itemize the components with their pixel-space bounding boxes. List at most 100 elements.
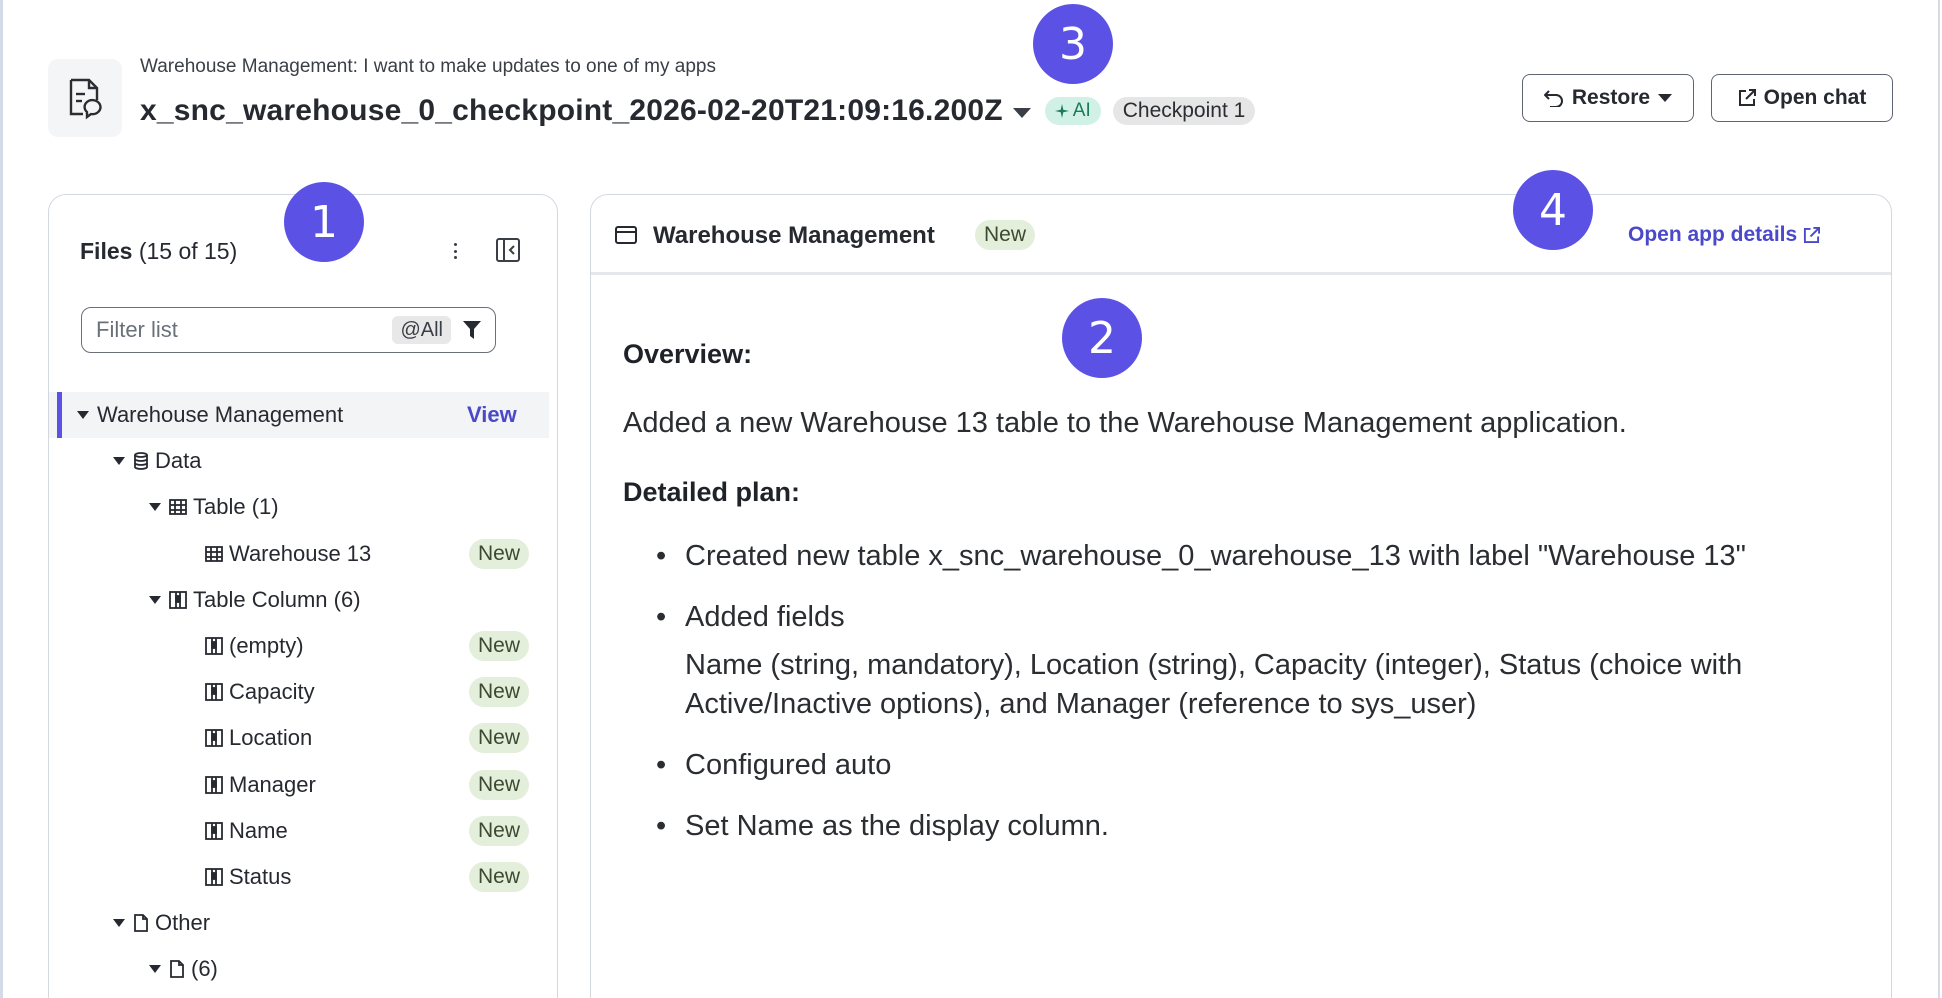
database-icon <box>133 452 149 471</box>
tree-item[interactable]: Other <box>49 900 557 946</box>
tree-item[interactable]: Warehouse 13 New <box>49 531 557 577</box>
open-chat-button[interactable]: Open chat <box>1711 74 1893 122</box>
checkpoint-title: x_snc_warehouse_0_checkpoint_2026-02-20T… <box>140 94 1003 127</box>
tree-item[interactable]: Table (1) <box>49 484 557 530</box>
restore-button[interactable]: Restore <box>1522 74 1694 122</box>
window-left-border <box>0 0 3 998</box>
overview-heading: Overview: <box>623 339 753 369</box>
tree-item[interactable]: Warehouse Management View <box>49 392 549 438</box>
tree-item-label: Table Column (6) <box>193 586 361 612</box>
filter-input[interactable] <box>96 317 366 343</box>
callout-3: 3 <box>1033 4 1113 84</box>
tree-item-label: Status <box>229 864 292 889</box>
collapse-panel-icon[interactable] <box>495 237 521 263</box>
tree-item[interactable]: Manager New <box>49 762 557 808</box>
open-app-details-label: Open app details <box>1628 223 1798 246</box>
plan-item: Configured auto <box>623 746 1853 785</box>
plan-item-text: Created new table x_snc_warehouse_0_ware… <box>685 540 1746 572</box>
new-badge: New <box>469 631 530 661</box>
tree-item-label: Capacity <box>229 679 315 705</box>
tree-item-label: Manager <box>229 771 316 797</box>
funnel-icon[interactable] <box>463 321 481 339</box>
overview-text: Added a new Warehouse 13 table to the Wa… <box>623 407 1627 439</box>
tree-item-label: (empty) <box>229 633 304 658</box>
files-title-label: Files <box>80 238 133 264</box>
files-panel: Files (15 of 15) @All Warehouse Manageme… <box>48 194 558 998</box>
callout-2: 2 <box>1062 298 1142 378</box>
plan-item-text: Set Name as the display column. <box>685 810 1109 842</box>
tree-item-label: Warehouse 13 <box>229 540 372 566</box>
tree-item[interactable]: Name New <box>49 808 557 854</box>
new-badge: New <box>469 862 530 892</box>
tree-item[interactable]: Location New <box>49 715 557 761</box>
new-badge: New <box>469 538 530 569</box>
column-icon <box>205 637 223 655</box>
tree-item[interactable]: Capacity New <box>49 669 557 715</box>
external-link-icon <box>1804 226 1821 243</box>
tree-item-label: Table (1) <box>193 494 279 520</box>
tree-item-label: (6) <box>191 956 218 982</box>
view-link[interactable]: View <box>467 402 517 428</box>
tree-item[interactable]: Data <box>49 438 557 484</box>
new-badge: New <box>469 677 530 708</box>
plan-list: Created new table x_snc_warehouse_0_ware… <box>623 537 1853 868</box>
ai-badge-label: AI <box>1072 100 1091 121</box>
plan-item: Set Name as the display column. <box>623 807 1853 846</box>
tree-item[interactable]: Status New <box>49 854 557 900</box>
files-title: Files (15 of 15) <box>80 238 237 265</box>
restore-label: Restore <box>1571 86 1651 109</box>
detail-panel: Warehouse Management New Open app detail… <box>590 194 1892 998</box>
files-count: (15 of 15) <box>138 238 238 264</box>
breadcrumb: Warehouse Management: I want to make upd… <box>140 56 716 77</box>
detail-title: Warehouse Management <box>653 222 935 249</box>
new-badge: New <box>975 220 1036 250</box>
column-icon <box>169 590 187 609</box>
title-row: x_snc_warehouse_0_checkpoint_2026-02-20T… <box>140 90 1256 132</box>
window-right-border <box>1938 0 1940 998</box>
plan-item-detail: Name (string, mandatory), Location (stri… <box>685 649 1743 720</box>
file-icon <box>169 960 185 979</box>
chevron-down-icon <box>1658 94 1673 102</box>
caret-down-icon[interactable] <box>149 595 161 604</box>
caret-down-icon[interactable] <box>149 503 161 512</box>
undo-icon <box>1543 90 1563 107</box>
caret-down-icon[interactable] <box>113 919 125 928</box>
table-icon <box>169 499 187 516</box>
caret-down-icon[interactable] <box>113 457 125 466</box>
new-badge: New <box>469 815 530 846</box>
tree-item[interactable]: (6) <box>49 946 557 992</box>
sparkle-icon <box>1054 104 1069 118</box>
tree-item-label: Other <box>155 910 211 936</box>
callout-1: 1 <box>284 182 364 262</box>
chevron-down-icon[interactable] <box>1012 108 1031 118</box>
ai-badge: AI <box>1044 97 1101 125</box>
plan-heading: Detailed plan: <box>623 477 801 507</box>
tree-item-label: Warehouse Management <box>97 402 344 427</box>
more-options-icon[interactable] <box>450 239 460 263</box>
column-icon <box>205 729 223 748</box>
tree-item-label: Location <box>229 725 313 751</box>
plan-item-text: Added fields <box>685 601 845 633</box>
open-chat-label: Open chat <box>1763 86 1867 109</box>
plan-item: Added fields Name (string, mandatory), Lo… <box>623 598 1853 724</box>
open-app-details-link[interactable]: Open app details <box>1628 223 1821 247</box>
caret-down-icon[interactable] <box>149 965 161 974</box>
checkpoint-badge: Checkpoint 1 <box>1112 97 1256 125</box>
app-chat-icon <box>48 59 122 137</box>
filter-scope-badge[interactable]: @All <box>392 316 451 344</box>
new-badge: New <box>469 723 530 754</box>
tree-item-label: Data <box>155 448 202 474</box>
tree-item[interactable]: Table Column (6) <box>49 577 557 623</box>
tree-item-label: Name <box>229 817 288 843</box>
column-icon <box>205 868 223 886</box>
plan-item-text: Configured auto <box>685 749 892 781</box>
callout-4: 4 <box>1513 170 1593 250</box>
app-window-icon <box>615 226 637 244</box>
caret-down-icon[interactable] <box>77 411 89 419</box>
filter-list-field[interactable]: @All <box>81 307 496 353</box>
external-link-icon <box>1738 89 1756 106</box>
column-icon <box>205 775 223 794</box>
plan-item: Created new table x_snc_warehouse_0_ware… <box>623 537 1853 576</box>
column-icon <box>205 683 223 702</box>
tree-item[interactable]: (empty) New <box>49 623 557 669</box>
